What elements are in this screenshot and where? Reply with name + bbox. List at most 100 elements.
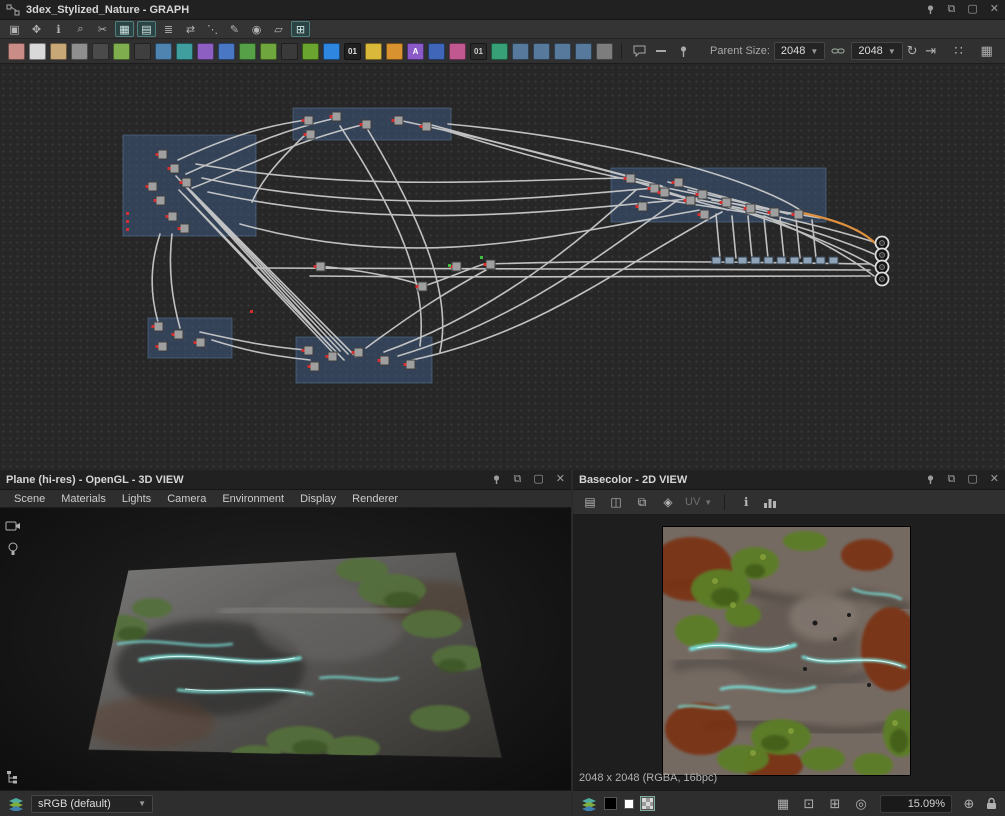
comment-bubble-icon[interactable] bbox=[630, 43, 648, 60]
node-curve-icon[interactable] bbox=[281, 43, 298, 60]
zoom-level-field[interactable]: 15.09% bbox=[880, 795, 952, 813]
color-layers-icon[interactable] bbox=[581, 797, 597, 811]
compact-view-icon[interactable]: ▤ bbox=[137, 21, 156, 37]
node-shape-icon[interactable] bbox=[197, 43, 214, 60]
linked-node-icon[interactable]: ◈ bbox=[659, 494, 677, 511]
node-orange-icon[interactable] bbox=[386, 43, 403, 60]
node-tile-sampler-icon[interactable] bbox=[218, 43, 235, 60]
pin-icon[interactable] bbox=[491, 474, 502, 485]
menu-materials[interactable]: Materials bbox=[53, 493, 114, 505]
camera-icon[interactable] bbox=[5, 520, 21, 532]
dot-node-tool-icon[interactable] bbox=[596, 43, 613, 60]
checker-background-swatch[interactable] bbox=[641, 797, 654, 810]
white-background-swatch[interactable] bbox=[624, 799, 634, 809]
pin-icon[interactable] bbox=[925, 474, 936, 485]
close-icon[interactable]: ✕ bbox=[990, 4, 999, 15]
node-transform-icon[interactable] bbox=[428, 43, 445, 60]
save-image-icon[interactable]: ◫ bbox=[607, 494, 625, 511]
info-tool-icon[interactable]: ℹ bbox=[49, 21, 68, 37]
menu-environment[interactable]: Environment bbox=[214, 493, 292, 505]
fit-view-icon[interactable]: ⊡ bbox=[800, 795, 818, 813]
parent-size-select[interactable]: 2048▼ bbox=[774, 42, 825, 60]
menu-scene[interactable]: Scene bbox=[6, 493, 53, 505]
move-tool-icon[interactable]: ✥ bbox=[27, 21, 46, 37]
image-options-icon[interactable]: ▤ bbox=[581, 494, 599, 511]
canvas-2d[interactable]: 2048 x 2048 (RGBA, 16bpc) bbox=[573, 515, 1005, 790]
output-size-select[interactable]: 2048▼ bbox=[851, 42, 902, 60]
cut-links-icon[interactable]: ✂ bbox=[93, 21, 112, 37]
black-background-swatch[interactable] bbox=[604, 797, 617, 810]
node-text-icon[interactable]: A bbox=[407, 43, 424, 60]
pin-tool-icon[interactable] bbox=[674, 43, 692, 60]
output-nodes[interactable] bbox=[876, 237, 889, 286]
float-window-icon[interactable]: ⧉ bbox=[948, 4, 956, 15]
copy-image-icon[interactable]: ⧉ bbox=[633, 494, 651, 511]
pen-tool-icon[interactable]: ✎ bbox=[225, 21, 244, 37]
swap-links-icon[interactable]: ⇄ bbox=[181, 21, 200, 37]
reset-zoom-icon[interactable]: ⊕ bbox=[960, 795, 978, 813]
information-icon[interactable]: ℹ bbox=[737, 494, 755, 511]
node-tile-generator-icon[interactable] bbox=[239, 43, 256, 60]
maximize-icon[interactable]: ▢ bbox=[967, 474, 977, 485]
node-blend-icon[interactable] bbox=[29, 43, 46, 60]
node-gradient-map-icon[interactable] bbox=[92, 43, 109, 60]
node-directional-warp-icon[interactable] bbox=[155, 43, 172, 60]
link-anchor-tool-icon[interactable] bbox=[575, 43, 592, 60]
dot-connect-icon[interactable]: ⋱ bbox=[203, 21, 222, 37]
select-tool-icon[interactable]: ▣ bbox=[5, 21, 24, 37]
link-sizes-icon[interactable] bbox=[829, 43, 847, 60]
graph-titlebar[interactable]: 3dex_Stylized_Nature - GRAPH ⧉ ▢ ✕ bbox=[0, 0, 1005, 20]
dock-toolbar-icon[interactable]: ⇥ bbox=[922, 42, 940, 60]
node-circle-icon[interactable] bbox=[323, 43, 340, 60]
layout-columns-icon[interactable]: ∷ bbox=[950, 42, 968, 60]
frame-snap-icon[interactable]: ⊞ bbox=[291, 21, 310, 37]
dash-tool-icon[interactable] bbox=[652, 43, 670, 60]
node-hsl-icon[interactable] bbox=[134, 43, 151, 60]
uv-mode-select[interactable]: UV▼ bbox=[685, 496, 712, 508]
viewport-3d[interactable] bbox=[0, 508, 571, 790]
menu-renderer[interactable]: Renderer bbox=[344, 493, 406, 505]
node-slope-blur-icon[interactable] bbox=[176, 43, 193, 60]
view3d-titlebar[interactable]: Plane (hi-res) - OpenGL - 3D VIEW ⧉ ▢ ✕ bbox=[0, 470, 571, 490]
menu-display[interactable]: Display bbox=[292, 493, 344, 505]
node-curve-green-icon[interactable] bbox=[113, 43, 130, 60]
layout-grid-icon[interactable]: ▦ bbox=[978, 42, 996, 60]
actual-size-icon[interactable]: ⊞ bbox=[826, 795, 844, 813]
node-triangle-icon[interactable] bbox=[365, 43, 382, 60]
node-noise-01-icon[interactable]: 01 bbox=[344, 43, 361, 60]
colorspace-select[interactable]: sRGB (default)▼ bbox=[31, 795, 153, 813]
lock-icon[interactable] bbox=[986, 797, 997, 810]
close-icon[interactable]: ✕ bbox=[556, 474, 565, 485]
menu-lights[interactable]: Lights bbox=[114, 493, 159, 505]
zoom-target-icon[interactable]: ◎ bbox=[852, 795, 870, 813]
histogram-icon[interactable] bbox=[763, 496, 777, 509]
node-grass-icon[interactable] bbox=[302, 43, 319, 60]
node-value-01-icon[interactable]: 01 bbox=[470, 43, 487, 60]
node-list-icon[interactable]: ≣ bbox=[159, 21, 178, 37]
light-bulb-icon[interactable] bbox=[7, 542, 19, 557]
color-sample-icon[interactable]: ◉ bbox=[247, 21, 266, 37]
close-icon[interactable]: ✕ bbox=[990, 474, 999, 485]
float-window-icon[interactable]: ⧉ bbox=[514, 474, 522, 485]
graph-canvas[interactable] bbox=[0, 64, 1005, 470]
search-icon[interactable]: ⌕ bbox=[71, 21, 90, 37]
maximize-icon[interactable]: ▢ bbox=[533, 474, 543, 485]
color-layers-icon[interactable] bbox=[8, 797, 24, 811]
material-view-icon[interactable]: ▦ bbox=[115, 21, 134, 37]
node-blur-icon[interactable] bbox=[50, 43, 67, 60]
background-grid-icon[interactable]: ▦ bbox=[774, 795, 792, 813]
node-pink-icon[interactable] bbox=[449, 43, 466, 60]
node-uniform-color-icon[interactable] bbox=[8, 43, 25, 60]
view2d-titlebar[interactable]: Basecolor - 2D VIEW ⧉ ▢ ✕ bbox=[573, 470, 1005, 490]
frame-tool-icon[interactable] bbox=[512, 43, 529, 60]
io-toggle-icon[interactable]: ▱ bbox=[269, 21, 288, 37]
node-splatter-icon[interactable] bbox=[260, 43, 277, 60]
comment-tool-icon[interactable] bbox=[533, 43, 550, 60]
pin-note-tool-icon[interactable] bbox=[554, 43, 571, 60]
menu-camera[interactable]: Camera bbox=[159, 493, 214, 505]
maximize-icon[interactable]: ▢ bbox=[967, 4, 977, 15]
reset-size-icon[interactable]: ↻ bbox=[907, 42, 918, 60]
pin-icon[interactable] bbox=[925, 4, 936, 15]
float-window-icon[interactable]: ⧉ bbox=[948, 474, 956, 485]
scene-tree-icon[interactable] bbox=[6, 770, 20, 784]
